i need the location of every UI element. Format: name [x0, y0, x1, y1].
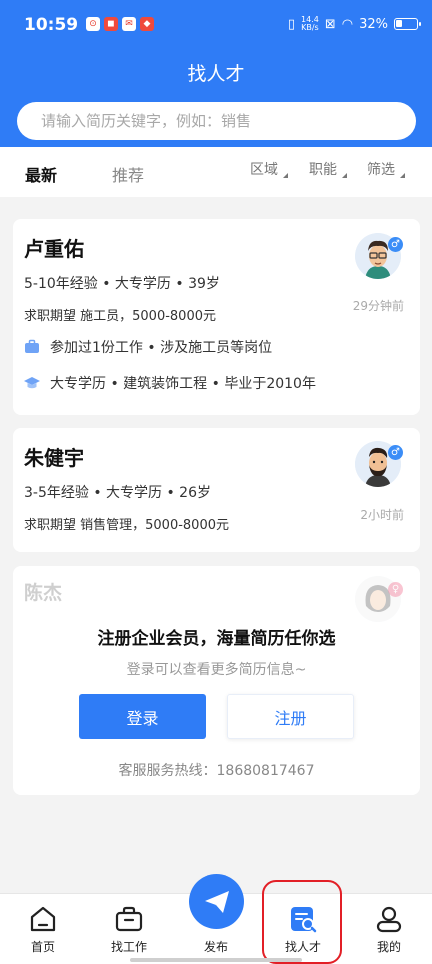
- service-hotline: 客服服务热线：18680817467: [118, 763, 315, 779]
- filter-position[interactable]: 职能: [309, 159, 347, 179]
- candidate-meta: 5-10年经验 • 大专学历 • 39岁: [24, 276, 220, 292]
- candidate-card[interactable]: 卢重佑 5-10年经验 • 大专学历 • 39岁 求职期望 施工员，5000-8…: [13, 219, 420, 415]
- wifi-icon: ◠: [341, 16, 354, 32]
- update-time: 29分钟前: [352, 299, 404, 313]
- paper-plane-icon: [204, 890, 229, 913]
- tab-latest[interactable]: 最新: [25, 162, 57, 186]
- tab-mine[interactable]: 我的: [346, 894, 432, 964]
- battery-percent: 32%: [359, 16, 388, 32]
- filter-bar: 最新 推荐 区域 职能 筛选: [0, 147, 432, 197]
- search-input[interactable]: [41, 112, 416, 130]
- caret-icon: [283, 173, 288, 178]
- vibrate-icon: ▯: [287, 16, 296, 32]
- mail-icon: ✉: [122, 17, 136, 31]
- publish-button[interactable]: [189, 874, 244, 929]
- notification-icons: ⊙ ◼ ✉ ◆: [86, 17, 154, 31]
- filter-region[interactable]: 区域: [250, 159, 288, 179]
- filter-more-label: 筛选: [367, 162, 395, 178]
- tab-mine-label: 我的: [376, 940, 401, 954]
- briefcase-icon: [25, 339, 39, 353]
- register-button[interactable]: 注册: [227, 694, 354, 739]
- locked-candidate-card: 陈杰 ♀ 注册企业会员，海量简历任你选 登录可以查看更多简历信息~ 登录 注册 …: [13, 566, 420, 795]
- home-icon: [30, 906, 56, 932]
- tab-find-job-label: 找工作: [110, 940, 147, 954]
- app-notification-icon: ◼: [104, 17, 118, 31]
- status-time: 10:59: [24, 15, 79, 35]
- filter-more[interactable]: 筛选: [367, 159, 405, 179]
- tab-home-label: 首页: [30, 940, 55, 954]
- user-icon: [376, 906, 402, 933]
- edu-info-text: 大专学历 • 建筑装饰工程 • 毕业于2010年: [50, 376, 316, 392]
- male-icon: ♂: [388, 445, 403, 460]
- login-button[interactable]: 登录: [79, 694, 206, 739]
- filter-region-label: 区域: [250, 162, 278, 178]
- candidate-name-blurred: 陈杰: [24, 582, 63, 604]
- app-notification-icon: ◆: [140, 17, 154, 31]
- home-indicator: [130, 958, 302, 962]
- register-prompt-subtitle: 登录可以查看更多简历信息~: [126, 662, 307, 678]
- net-speed-unit: KB/s: [301, 23, 319, 32]
- male-icon: ♂: [388, 237, 403, 252]
- status-right: ▯ 14.4 KB/s ⊠ ◠ 32%: [287, 16, 421, 32]
- network-speed: 14.4 KB/s: [301, 16, 319, 32]
- no-sim-icon: ⊠: [324, 16, 336, 32]
- candidate-name: 朱健宇: [24, 446, 84, 470]
- tab-recommend[interactable]: 推荐: [112, 162, 144, 186]
- page-title: 找人才: [187, 63, 245, 85]
- female-icon: ♀: [388, 582, 403, 597]
- battery-icon: [394, 18, 421, 30]
- tab-home[interactable]: 首页: [0, 894, 86, 964]
- tab-publish-label: 发布: [203, 940, 228, 954]
- work-info: 参加过1份工作 • 涉及施工员等岗位: [24, 337, 272, 357]
- candidate-expect: 求职期望 施工员，5000-8000元: [24, 309, 216, 324]
- candidate-meta: 3-5年经验 • 大专学历 • 26岁: [24, 485, 211, 501]
- update-time: 2小时前: [360, 508, 404, 522]
- candidate-name: 卢重佑: [24, 237, 84, 261]
- highlight-annotation: [262, 880, 342, 964]
- status-bar: 10:59 ⊙ ◼ ✉ ◆ ▯ 14.4 KB/s ⊠ ◠ 32%: [0, 0, 432, 52]
- edu-info: 大专学历 • 建筑装饰工程 • 毕业于2010年: [24, 373, 316, 393]
- search-box[interactable]: [17, 102, 416, 140]
- candidate-expect: 求职期望 销售管理，5000-8000元: [24, 518, 229, 533]
- app-notification-icon: ⊙: [86, 17, 100, 31]
- work-info-text: 参加过1份工作 • 涉及施工员等岗位: [50, 340, 273, 356]
- register-prompt-title: 注册企业会员，海量简历任你选: [97, 629, 336, 649]
- candidate-card[interactable]: 朱健宇 3-5年经验 • 大专学历 • 26岁 求职期望 销售管理，5000-8…: [13, 428, 420, 552]
- filter-position-label: 职能: [309, 162, 337, 178]
- graduation-cap-icon: [24, 377, 40, 389]
- briefcase-icon: [115, 906, 143, 932]
- caret-icon: [400, 173, 405, 178]
- header: 找人才: [0, 52, 432, 147]
- tab-find-job[interactable]: 找工作: [86, 894, 172, 964]
- caret-icon: [342, 173, 347, 178]
